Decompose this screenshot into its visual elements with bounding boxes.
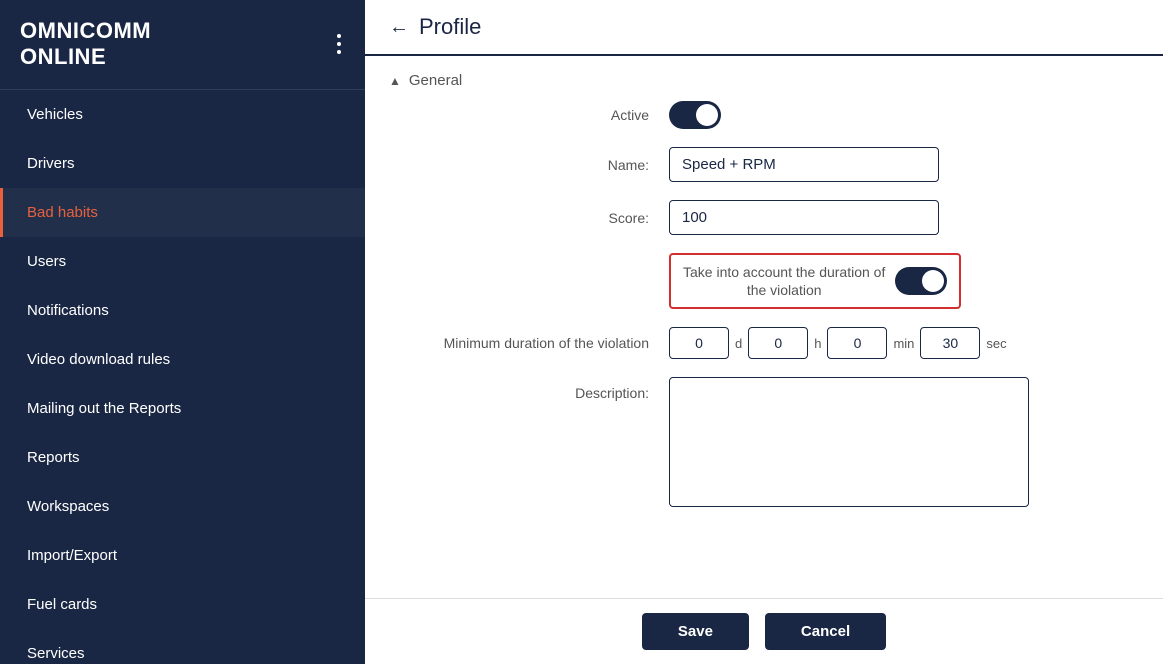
menu-dots-icon[interactable] bbox=[333, 30, 345, 58]
name-input[interactable] bbox=[669, 147, 939, 182]
duration-d-unit: d bbox=[735, 336, 742, 351]
active-toggle[interactable] bbox=[669, 101, 721, 129]
violation-toggle-track bbox=[895, 267, 947, 295]
back-button[interactable]: ← bbox=[389, 16, 409, 39]
sidebar-item-bad-habits[interactable]: Bad habits bbox=[0, 188, 365, 237]
toggle-thumb bbox=[696, 104, 718, 126]
score-row: Score: bbox=[389, 200, 1139, 235]
sidebar-item-services[interactable]: Services bbox=[0, 629, 365, 664]
active-row: Active bbox=[389, 101, 1139, 129]
score-input[interactable] bbox=[669, 200, 939, 235]
duration-sec-unit: sec bbox=[986, 336, 1006, 351]
violation-toggle[interactable] bbox=[895, 267, 947, 295]
duration-h-input[interactable] bbox=[748, 327, 808, 359]
form-area: Active Name: Score: bbox=[365, 101, 1163, 549]
main-content: ← Profile ▲ General Active bbox=[365, 0, 1163, 664]
duration-d-input[interactable] bbox=[669, 327, 729, 359]
section-general-label: General bbox=[409, 72, 462, 89]
cancel-button[interactable]: Cancel bbox=[765, 613, 886, 650]
name-row: Name: bbox=[389, 147, 1139, 182]
sidebar-header: OMNICOMM ONLINE bbox=[0, 0, 365, 90]
min-duration-label: Minimum duration of the violation bbox=[389, 335, 669, 351]
main-header: ← Profile bbox=[365, 0, 1163, 56]
description-label: Description: bbox=[389, 377, 669, 401]
app-logo: OMNICOMM ONLINE bbox=[20, 18, 151, 71]
sidebar-item-vehicles[interactable]: Vehicles bbox=[0, 90, 365, 139]
sidebar-item-notifications[interactable]: Notifications bbox=[0, 286, 365, 335]
sidebar-item-workspaces[interactable]: Workspaces bbox=[0, 482, 365, 531]
description-textarea[interactable] bbox=[669, 377, 1029, 507]
description-row: Description: bbox=[389, 377, 1139, 507]
violation-toggle-text: Take into account the duration of the vi… bbox=[683, 263, 885, 299]
main-footer: Save Cancel bbox=[365, 598, 1163, 664]
violation-toggle-box: Take into account the duration of the vi… bbox=[669, 253, 961, 309]
sidebar-item-fuel-cards[interactable]: Fuel cards bbox=[0, 580, 365, 629]
sidebar-nav: Vehicles Drivers Bad habits Users Notifi… bbox=[0, 90, 365, 664]
duration-min-unit: min bbox=[893, 336, 914, 351]
sidebar-item-video-download-rules[interactable]: Video download rules bbox=[0, 335, 365, 384]
name-label: Name: bbox=[389, 157, 669, 173]
duration-sec-input[interactable] bbox=[920, 327, 980, 359]
page-title: Profile bbox=[419, 14, 481, 40]
sidebar-item-reports[interactable]: Reports bbox=[0, 433, 365, 482]
violation-duration-row: Take into account the duration of the vi… bbox=[389, 253, 1139, 309]
duration-inputs: d h min sec bbox=[669, 327, 1007, 359]
section-general-header: ▲ General bbox=[365, 56, 1163, 101]
sidebar-item-users[interactable]: Users bbox=[0, 237, 365, 286]
duration-h-unit: h bbox=[814, 336, 821, 351]
save-button[interactable]: Save bbox=[642, 613, 749, 650]
sidebar-item-mailing-out-reports[interactable]: Mailing out the Reports bbox=[0, 384, 365, 433]
main-body: ▲ General Active Name: bbox=[365, 56, 1163, 598]
sidebar-item-import-export[interactable]: Import/Export bbox=[0, 531, 365, 580]
toggle-track bbox=[669, 101, 721, 129]
section-chevron-icon: ▲ bbox=[389, 74, 401, 88]
active-label: Active bbox=[389, 107, 669, 123]
active-toggle-wrap bbox=[669, 101, 721, 129]
sidebar-item-drivers[interactable]: Drivers bbox=[0, 139, 365, 188]
violation-toggle-thumb bbox=[922, 270, 944, 292]
sidebar: OMNICOMM ONLINE Vehicles Drivers Bad hab… bbox=[0, 0, 365, 664]
duration-min-input[interactable] bbox=[827, 327, 887, 359]
score-label: Score: bbox=[389, 210, 669, 226]
min-duration-row: Minimum duration of the violation d h mi… bbox=[389, 327, 1139, 359]
